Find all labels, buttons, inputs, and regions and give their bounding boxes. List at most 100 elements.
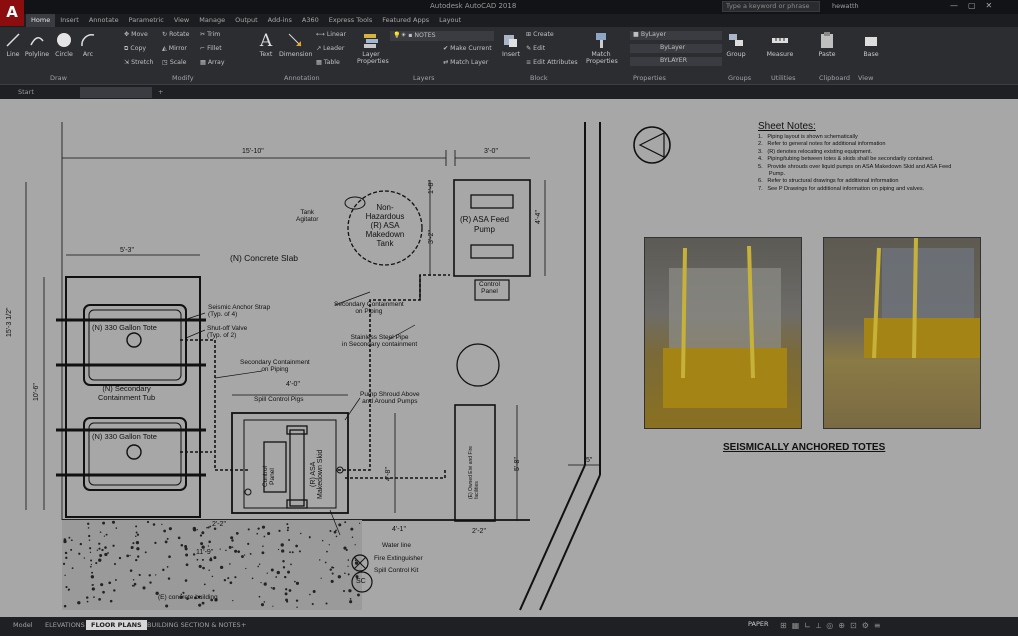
layout-tab-building-section[interactable]: BUILDING SECTION & NOTES bbox=[142, 620, 246, 630]
secondary-containment-label: Secondary Containment on Piping bbox=[334, 301, 404, 315]
layer-dropdown[interactable]: 💡☀ ▪ NOTES bbox=[390, 31, 494, 41]
pump-shroud-label: Pump Shroud Above and Around Pumps bbox=[360, 391, 420, 405]
layer-properties-button[interactable]: Layer Properties bbox=[357, 31, 389, 65]
tote-photo-right bbox=[823, 237, 981, 429]
spill-control-symbol: SC bbox=[356, 578, 366, 585]
array-button[interactable]: ▦ Array bbox=[200, 59, 225, 66]
modify-panel-label[interactable]: Modify bbox=[172, 74, 194, 82]
add-layout-button[interactable]: + bbox=[236, 620, 251, 630]
sheet-notes-list: 1. Piping layout is shown schematically 2… bbox=[758, 134, 1008, 193]
tote-photo-left bbox=[644, 237, 802, 429]
ribbon-tabs: Home Insert Annotate Parametric View Manage Ou… bbox=[26, 14, 466, 27]
trim-button[interactable]: ✂ Trim bbox=[200, 31, 220, 38]
leader-button[interactable]: ↗ Leader bbox=[316, 45, 344, 52]
ribbon-tab-output[interactable]: Output bbox=[230, 14, 263, 27]
layout-tab-elevations[interactable]: ELEVATIONS bbox=[40, 620, 90, 630]
rotate-label: Rotate bbox=[169, 31, 190, 38]
window-controls[interactable]: —▢✕ bbox=[950, 1, 1002, 10]
tab-start[interactable]: Start bbox=[12, 87, 40, 97]
line-button[interactable]: Line bbox=[4, 31, 22, 58]
polyline-label: Polyline bbox=[24, 51, 50, 58]
ribbon-tab-manage[interactable]: Manage bbox=[194, 14, 230, 27]
polyline-button[interactable]: Polyline bbox=[24, 31, 50, 58]
tank-agitator-label: Tank Agitator bbox=[296, 209, 319, 223]
table-button[interactable]: ▦ Table bbox=[316, 59, 340, 66]
window-title: Autodesk AutoCAD 2018 bbox=[430, 2, 517, 10]
properties-panel-label[interactable]: Properties bbox=[633, 74, 666, 82]
layout-tab-model[interactable]: Model bbox=[8, 620, 38, 630]
ribbon-tab-insert[interactable]: Insert bbox=[55, 14, 84, 27]
sheet-note: 7. See P Drawings for additional informa… bbox=[758, 185, 925, 192]
ribbon-tab-layout[interactable]: Layout bbox=[434, 14, 466, 27]
tab-drawing[interactable] bbox=[80, 87, 152, 98]
sheet-note: 4. Piping/tubing between totes & skids s… bbox=[758, 156, 934, 163]
circle-label: Circle bbox=[55, 51, 73, 58]
text-button[interactable]: A Text bbox=[256, 31, 276, 58]
tote-label: (N) 330 Gallon Tote bbox=[92, 432, 157, 441]
create-label: Create bbox=[533, 31, 554, 38]
sheet-note: 5. Provide shrouds over liquid pumps on … bbox=[758, 163, 952, 170]
linetype-dropdown[interactable]: ByLayer bbox=[630, 44, 722, 53]
draw-panel-label[interactable]: Draw bbox=[50, 74, 67, 82]
create-block-button[interactable]: ⊞ Create bbox=[526, 31, 554, 38]
measure-button[interactable]: Measure bbox=[766, 31, 794, 58]
dimension-label: 3'-2" bbox=[428, 230, 435, 244]
mirror-button[interactable]: ◭ Mirror bbox=[162, 45, 187, 52]
move-button[interactable]: ✥ Move bbox=[124, 31, 148, 38]
sheet-note: Pump. bbox=[758, 171, 786, 178]
rotate-button[interactable]: ↻ Rotate bbox=[162, 31, 189, 38]
title-bar: Autodesk AutoCAD 2018 Type a keyword or … bbox=[0, 0, 1018, 14]
dimension-button[interactable]: Dimension bbox=[279, 31, 313, 58]
tank-label: Non- Hazardous (R) ASA Makedown Tank bbox=[365, 203, 405, 248]
group-button[interactable]: Group bbox=[726, 31, 746, 58]
make-current-button[interactable]: ✔ Make Current bbox=[443, 45, 492, 52]
ribbon-tab-parametric[interactable]: Parametric bbox=[124, 14, 169, 27]
layout-tab-floor-plans[interactable]: FLOOR PLANS bbox=[86, 620, 147, 630]
arc-button[interactable]: Arc bbox=[78, 31, 98, 58]
match-layer-button[interactable]: ⇄ Match Layer bbox=[443, 59, 488, 66]
circle-button[interactable]: Circle bbox=[53, 31, 75, 58]
ribbon-tab-a360[interactable]: A360 bbox=[297, 14, 324, 27]
utilities-panel-label[interactable]: Utilities bbox=[771, 74, 795, 82]
drawing-canvas[interactable]: 15'-10" 3'-0" 5'-3" 15'-3 1/2" 10'-6" 4'… bbox=[0, 99, 1018, 617]
base-button[interactable]: Base bbox=[860, 31, 882, 58]
circle-icon bbox=[57, 33, 71, 47]
edit-block-button[interactable]: ✎ Edit bbox=[526, 45, 545, 52]
dimension-label: 3'-0" bbox=[484, 148, 498, 155]
ribbon-tab-express-tools[interactable]: Express Tools bbox=[324, 14, 377, 27]
ribbon-tab-view[interactable]: View bbox=[169, 14, 194, 27]
search-input[interactable]: Type a keyword or phrase bbox=[722, 1, 820, 12]
match-properties-button[interactable]: Match Properties bbox=[586, 31, 618, 65]
user-name[interactable]: hewatth bbox=[832, 2, 859, 10]
make-current-label: Make Current bbox=[450, 45, 492, 52]
view-panel-label[interactable]: View bbox=[858, 74, 873, 82]
color-dropdown[interactable]: ■ ByLayer bbox=[630, 31, 722, 40]
ribbon-tab-featured-apps[interactable]: Featured Apps bbox=[377, 14, 434, 27]
groups-panel-label[interactable]: Groups bbox=[728, 74, 751, 82]
annotation-panel-label[interactable]: Annotation bbox=[284, 74, 320, 82]
lineweight-dropdown[interactable]: BYLAYER bbox=[630, 57, 722, 66]
insert-button[interactable]: Insert bbox=[500, 31, 522, 58]
edit-attributes-button[interactable]: ≡ Edit Attributes bbox=[526, 59, 578, 66]
ribbon-tab-add-ins[interactable]: Add-ins bbox=[263, 14, 297, 27]
paste-button[interactable]: Paste bbox=[815, 31, 839, 58]
status-toolbar-icons[interactable]: ⊞▦∟⟂◎⊕⊡⚙≡ bbox=[780, 621, 886, 631]
mirror-label: Mirror bbox=[168, 45, 187, 52]
stretch-button[interactable]: ⇲ Stretch bbox=[124, 59, 153, 66]
group-icon bbox=[729, 34, 743, 46]
copy-button[interactable]: ⧉ Copy bbox=[124, 45, 146, 53]
ribbon-tab-annotate[interactable]: Annotate bbox=[84, 14, 124, 27]
clipboard-panel-label[interactable]: Clipboard bbox=[819, 74, 850, 82]
stainless-pipe-label: Stainless Steel Pipe in Secondary contai… bbox=[342, 334, 418, 348]
application-menu-button[interactable]: A bbox=[0, 0, 24, 26]
dimension-label: Dimension bbox=[279, 51, 313, 58]
layers-panel-label[interactable]: Layers bbox=[413, 74, 435, 82]
paper-space-toggle[interactable]: PAPER bbox=[748, 620, 769, 628]
scale-button[interactable]: ◳ Scale bbox=[162, 59, 186, 66]
linear-button[interactable]: ⟷ Linear bbox=[316, 31, 346, 38]
ribbon-tab-home[interactable]: Home bbox=[26, 14, 56, 27]
block-panel-label[interactable]: Block bbox=[530, 74, 548, 82]
new-tab-button[interactable]: + bbox=[154, 87, 167, 97]
trim-label: Trim bbox=[207, 31, 221, 38]
fillet-button[interactable]: ⌐ Fillet bbox=[200, 45, 222, 52]
